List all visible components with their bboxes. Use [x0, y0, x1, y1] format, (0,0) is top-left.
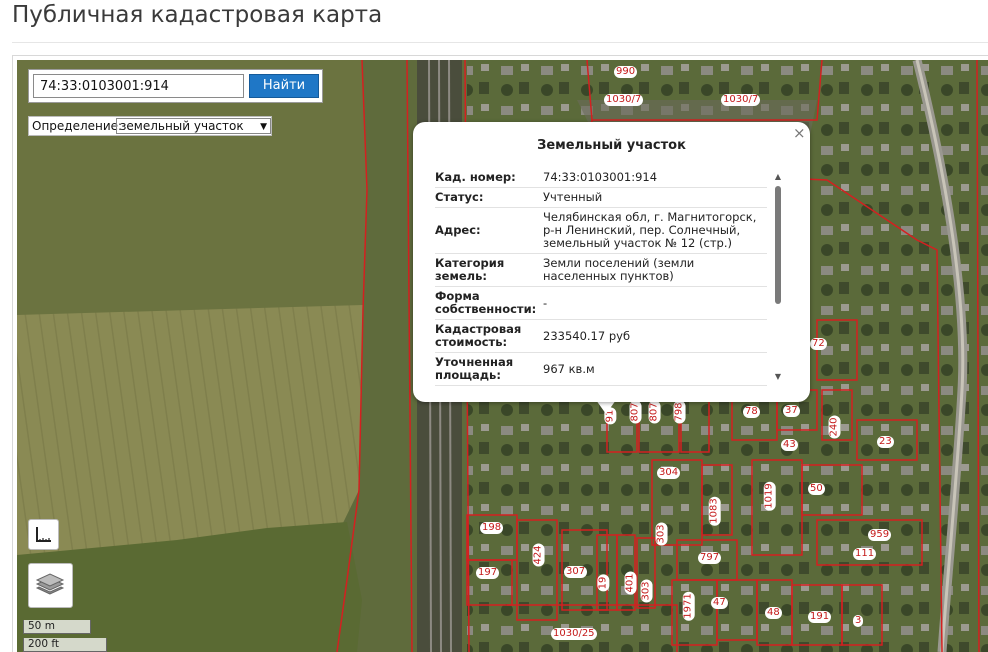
parcel-number-label[interactable]: 959 — [868, 529, 892, 541]
title-divider — [12, 42, 988, 43]
property-key: Кадастровая стоимость: — [435, 322, 522, 349]
property-key: Форма собственности: — [435, 289, 537, 316]
parcel-number-label[interactable]: 303 — [640, 579, 653, 603]
property-value: - — [543, 295, 548, 310]
parcel-number-label[interactable]: 72 — [810, 338, 827, 350]
ruler-icon — [36, 527, 51, 542]
measure-button[interactable] — [28, 519, 59, 550]
parcel-number-label[interactable]: 1030/7 — [721, 94, 761, 106]
property-value: 233540.17 руб — [543, 328, 631, 343]
parcel-number-label[interactable]: 1971 — [682, 591, 695, 621]
parcel-number-label[interactable]: 78 — [743, 406, 760, 418]
parcel-number-label[interactable]: 304 — [657, 467, 681, 479]
search-panel: Найти — [28, 69, 323, 103]
parcel-number-label[interactable]: 240 — [828, 415, 841, 439]
arrow-up-icon[interactable]: ▲ — [773, 172, 783, 181]
property-row: Форма собственности: - — [435, 287, 767, 320]
parcel-number-label[interactable]: 19 — [597, 574, 610, 592]
property-value: Челябинская обл, г. Магнитогорск, р-н Ле… — [543, 210, 757, 250]
property-table: Кад. номер: 74:33:0103001:914 Статус: Уч… — [435, 168, 767, 386]
property-row: Уточненная площадь: 967 кв.м — [435, 353, 767, 386]
arrow-down-icon[interactable]: ▼ — [773, 372, 783, 381]
property-row: Адрес: Челябинская обл, г. Магнитогорск,… — [435, 208, 767, 254]
chevron-down-icon: ▼ — [260, 122, 267, 132]
parcel-number-label[interactable]: 191 — [808, 611, 832, 623]
parcel-number-label[interactable]: 198 — [480, 522, 504, 534]
parcel-info-popup: × Земельный участок Кад. номер: 74:33:01… — [413, 122, 810, 402]
definition-panel: Определение: земельный участок ▼ — [28, 116, 272, 136]
parcel-number-label[interactable]: 303 — [655, 522, 668, 546]
popup-pointer — [596, 400, 616, 414]
property-key: Адрес: — [435, 223, 481, 237]
property-value: Учтенный — [543, 190, 603, 204]
property-value: Земли поселений (земли населенных пункто… — [543, 256, 695, 283]
parcel-number-label[interactable]: 37 — [783, 405, 800, 417]
parcel-number-label[interactable]: 1030/7 — [604, 94, 644, 106]
property-key: Статус: — [435, 190, 484, 204]
scale-bar-imperial: 200 ft — [23, 638, 107, 652]
parcel-number-label[interactable]: 47 — [711, 597, 728, 609]
parcel-number-label[interactable]: 1083 — [708, 496, 721, 526]
property-key: Кад. номер: — [435, 170, 516, 184]
property-key: Уточненная площадь: — [435, 355, 514, 382]
property-row: Статус: Учтенный — [435, 188, 767, 208]
definition-selected-value: земельный участок — [120, 119, 244, 133]
parcel-number-label[interactable]: 990 — [614, 66, 638, 78]
parcel-number-label[interactable]: 424 — [532, 543, 545, 567]
parcel-number-label[interactable]: 307 — [564, 566, 588, 578]
parcel-number-label[interactable]: 23 — [877, 436, 894, 448]
cadastral-search-input[interactable] — [33, 74, 244, 98]
page-title: Публичная кадастровая карта — [12, 2, 383, 28]
parcel-number-label[interactable]: 798 — [673, 400, 686, 424]
parcel-number-label[interactable]: 807 — [629, 400, 642, 424]
parcel-number-label[interactable]: 1030/25 — [551, 628, 597, 640]
popup-title: Земельный участок — [537, 138, 686, 153]
definition-label: Определение: — [32, 119, 123, 133]
scrollbar-thumb[interactable] — [775, 186, 781, 304]
property-row: Категория земель: Земли поселений (земли… — [435, 254, 767, 287]
property-row: Кад. номер: 74:33:0103001:914 — [435, 168, 767, 188]
property-value: 967 кв.м — [543, 361, 595, 376]
parcel-number-label[interactable]: 111 — [853, 548, 877, 560]
parcel-number-label[interactable]: 797 — [698, 552, 722, 564]
parcel-number-label[interactable]: 401 — [624, 571, 637, 595]
search-button[interactable]: Найти — [249, 74, 319, 98]
parcel-number-label[interactable]: 1019 — [763, 481, 776, 511]
scale-bar-metric: 50 m — [23, 620, 91, 634]
definition-select[interactable]: земельный участок ▼ — [116, 118, 271, 134]
parcel-number-label[interactable]: 48 — [765, 607, 782, 619]
property-value: 74:33:0103001:914 — [543, 170, 658, 184]
layers-icon — [35, 573, 65, 595]
popup-scrollbar[interactable]: ▲ ▼ — [773, 172, 783, 382]
parcel-number-label[interactable]: 43 — [781, 439, 798, 451]
property-row: Кадастровая стоимость: 233540.17 руб — [435, 320, 767, 353]
parcel-number-label[interactable]: 807 — [648, 400, 661, 424]
layers-button[interactable] — [28, 563, 73, 608]
parcel-number-label[interactable]: 197 — [476, 567, 500, 579]
parcel-number-label[interactable]: 3 — [853, 615, 864, 627]
parcel-number-label[interactable]: 50 — [808, 483, 825, 495]
property-key: Категория земель: — [435, 256, 505, 283]
